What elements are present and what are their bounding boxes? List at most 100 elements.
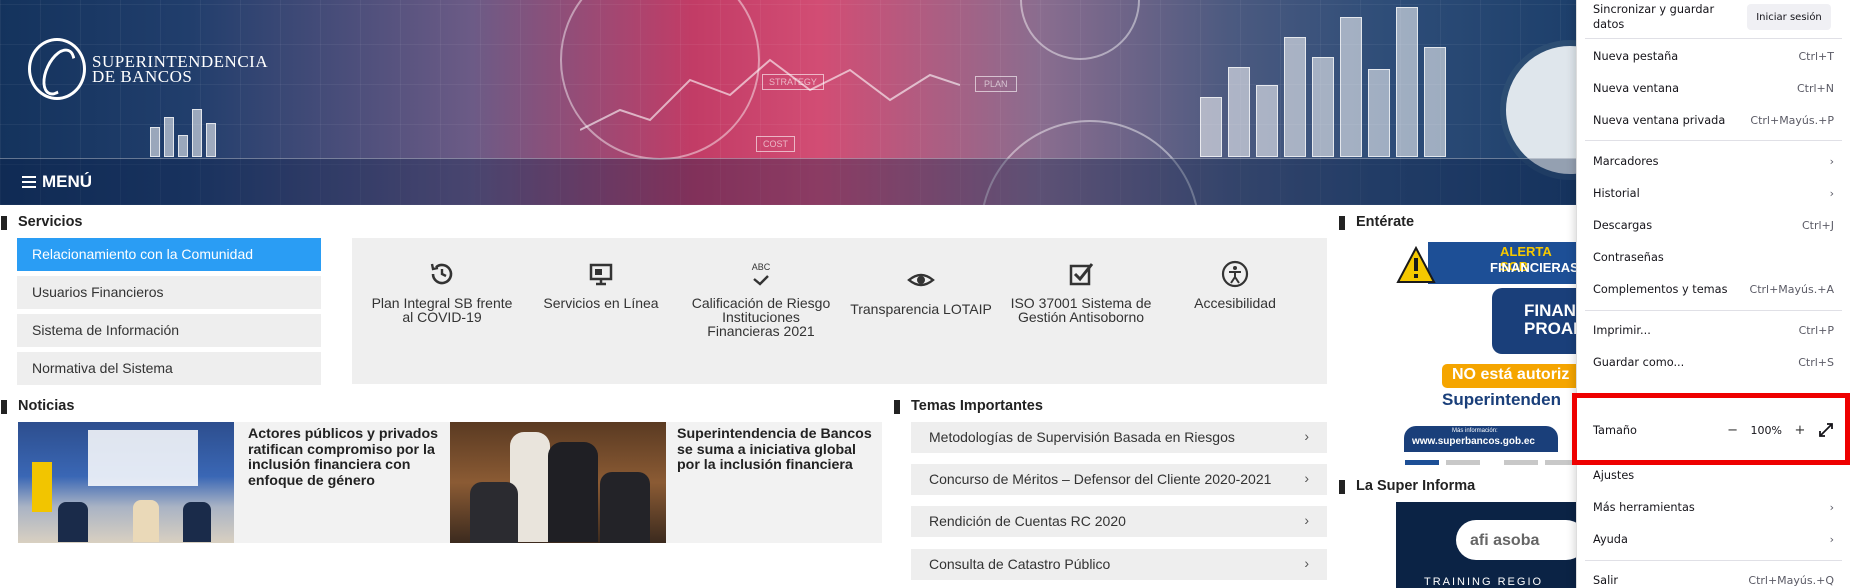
browser-page: STRATEGY PLAN COST Superintendencia de B…: [0, 0, 1850, 588]
news-image-person: [600, 472, 650, 543]
menu-item-new-tab[interactable]: Nueva pestaña Ctrl+T: [1593, 46, 1834, 66]
menu-item-label: Complementos y temas: [1593, 282, 1728, 296]
menu-item-label: Ajustes: [1593, 468, 1635, 482]
news-card[interactable]: Actores públicos y privados ratifican co…: [18, 422, 450, 543]
carousel-dot-active[interactable]: [1405, 460, 1439, 465]
menu-item-shortcut: Ctrl+N: [1796, 81, 1834, 95]
menu-item-save-as[interactable]: Guardar como... Ctrl+S: [1593, 352, 1834, 372]
menu-item-shortcut: Ctrl+Mayús.+P: [1750, 113, 1834, 127]
menu-item-label: Más herramientas: [1593, 500, 1695, 514]
news-image-person: [548, 442, 598, 542]
super-informa-banner[interactable]: afi asoba TRAINING REGIO: [1396, 502, 1576, 588]
decorative-bar: [1200, 97, 1222, 157]
service-tile-label: Servicios en Línea: [543, 295, 659, 311]
news-card[interactable]: Superintendencia de Bancos se suma a ini…: [450, 422, 882, 543]
service-tile-label: Transparencia LOTAIP: [850, 301, 992, 317]
menu-separator: [1585, 560, 1842, 561]
sign-in-button[interactable]: Iniciar sesión: [1747, 4, 1831, 30]
alert-info-label: Más información:: [1452, 428, 1498, 434]
carousel-dot[interactable]: [1446, 460, 1480, 465]
servicios-item-usuarios[interactable]: Usuarios Financieros: [17, 276, 321, 309]
service-tile-label: Plan Integral SB frente al COVID-19: [371, 295, 513, 325]
menu-item-label: Nueva ventana privada: [1593, 113, 1726, 127]
monitor-icon: [589, 263, 613, 286]
news-image: [18, 422, 234, 543]
menu-button-label: MENÚ: [42, 172, 93, 191]
menu-item-label: Marcadores: [1593, 154, 1659, 168]
chart-label: PLAN: [975, 76, 1017, 92]
tema-item[interactable]: Rendición de Cuentas RC 2020 ›: [911, 506, 1327, 537]
menu-item-shortcut: Ctrl+J: [1801, 218, 1834, 232]
carousel-dot[interactable]: [1545, 460, 1575, 465]
menu-item-more-tools[interactable]: Más herramientas ›: [1593, 497, 1834, 517]
menu-item-new-window[interactable]: Nueva ventana Ctrl+N: [1593, 78, 1834, 98]
menu-item-label: Contraseñas: [1593, 250, 1664, 264]
menu-item-settings[interactable]: Ajustes: [1593, 465, 1834, 485]
menu-item-print[interactable]: Imprimir... Ctrl+P: [1593, 320, 1834, 340]
tema-item-label: Metodologías de Supervisión Basada en Ri…: [929, 429, 1235, 445]
menu-item-help[interactable]: Ayuda ›: [1593, 529, 1834, 549]
chevron-right-icon: ›: [1829, 500, 1834, 514]
menu-item-shortcut: Ctrl+T: [1798, 49, 1834, 63]
menu-item-label: Ayuda: [1593, 532, 1628, 546]
menu-button[interactable]: MENÚ: [22, 172, 92, 192]
eye-icon: [907, 273, 935, 287]
menu-item-downloads[interactable]: Descargas Ctrl+J: [1593, 215, 1834, 235]
decorative-bar: [1368, 69, 1390, 157]
logo-mark-icon: [28, 38, 86, 100]
service-tile-calificacion[interactable]: ABC Calificación de Riesgo Instituciones…: [686, 260, 836, 338]
service-tile-accesibilidad[interactable]: Accesibilidad: [1160, 260, 1310, 310]
menu-item-label: Guardar como...: [1593, 355, 1685, 369]
servicios-item-relacionamiento[interactable]: Relacionamiento con la Comunidad: [17, 238, 321, 271]
news-headline[interactable]: Superintendencia de Bancos se suma a ini…: [677, 426, 877, 474]
decorative-bar: [1396, 7, 1418, 157]
decorative-bar: [178, 135, 188, 157]
menu-item-shortcut: Ctrl+Mayús.+A: [1749, 282, 1834, 296]
hamburger-icon: [22, 176, 36, 188]
menu-item-shortcut: Ctrl+P: [1798, 323, 1834, 337]
decorative-bar: [1340, 17, 1362, 157]
alert-warning-text: NO está autoriz: [1452, 366, 1570, 383]
chevron-right-icon: ›: [1304, 512, 1309, 528]
service-tile-lotaip[interactable]: Transparencia LOTAIP: [846, 266, 996, 316]
decorative-bar: [150, 127, 160, 157]
header-banner: STRATEGY PLAN COST Superintendencia de B…: [0, 0, 1576, 205]
decorative-bar: [1424, 47, 1446, 157]
menu-item-shortcut: Ctrl+S: [1798, 355, 1834, 369]
menu-separator: [1585, 310, 1842, 311]
menu-item-passwords[interactable]: Contraseñas: [1593, 247, 1834, 267]
news-image-screen: [88, 430, 198, 486]
chevron-right-icon: ›: [1829, 154, 1834, 168]
menu-item-bookmarks[interactable]: Marcadores ›: [1593, 151, 1834, 171]
menu-item-private-window[interactable]: Nueva ventana privada Ctrl+Mayús.+P: [1593, 110, 1834, 130]
menu-item-addons[interactable]: Complementos y temas Ctrl+Mayús.+A: [1593, 279, 1834, 299]
tema-item[interactable]: Concurso de Méritos – Defensor del Clien…: [911, 464, 1327, 495]
zoom-highlight-box: [1572, 393, 1850, 465]
news-headline[interactable]: Actores públicos y privados ratifican co…: [248, 426, 448, 489]
service-tile-online[interactable]: Servicios en Línea: [526, 260, 676, 310]
carousel-dot[interactable]: [1504, 460, 1538, 465]
alert-banner[interactable]: ALERTA SOB FINANCIERAS FINANC PROAM NO e…: [1390, 240, 1580, 452]
news-image-person: [58, 502, 88, 542]
news-image-person: [133, 500, 159, 542]
tema-item[interactable]: Consulta de Catastro Público ›: [911, 549, 1327, 580]
servicios-item-sistema[interactable]: Sistema de Información: [17, 314, 321, 347]
decorative-bar: [1256, 85, 1278, 157]
menu-item-exit[interactable]: Salir Ctrl+Mayús.+Q: [1593, 570, 1834, 588]
menu-separator: [1585, 38, 1842, 39]
menu-bar: [0, 158, 1576, 205]
decorative-bar: [192, 109, 202, 157]
checkbox-icon: [1069, 263, 1094, 286]
menu-item-shortcut: Ctrl+Mayús.+Q: [1748, 573, 1834, 587]
servicios-item-normativa[interactable]: Normativa del Sistema: [17, 352, 321, 385]
menu-item-history[interactable]: Historial ›: [1593, 183, 1834, 203]
tema-item[interactable]: Metodologías de Supervisión Basada en Ri…: [911, 422, 1327, 453]
menu-item-label: Historial: [1593, 186, 1640, 200]
chevron-right-icon: ›: [1829, 532, 1834, 546]
menu-item-label: Imprimir...: [1593, 323, 1651, 337]
service-tile-iso[interactable]: ISO 37001 Sistema de Gestión Antisoborno: [1006, 260, 1156, 324]
partner-logos: afi asoba: [1470, 532, 1540, 549]
superintendencia-logo[interactable]: Superintendencia de Bancos: [28, 38, 268, 100]
service-tile-covid[interactable]: Plan Integral SB frente al COVID-19: [367, 260, 517, 324]
decorative-bar: [164, 117, 174, 157]
